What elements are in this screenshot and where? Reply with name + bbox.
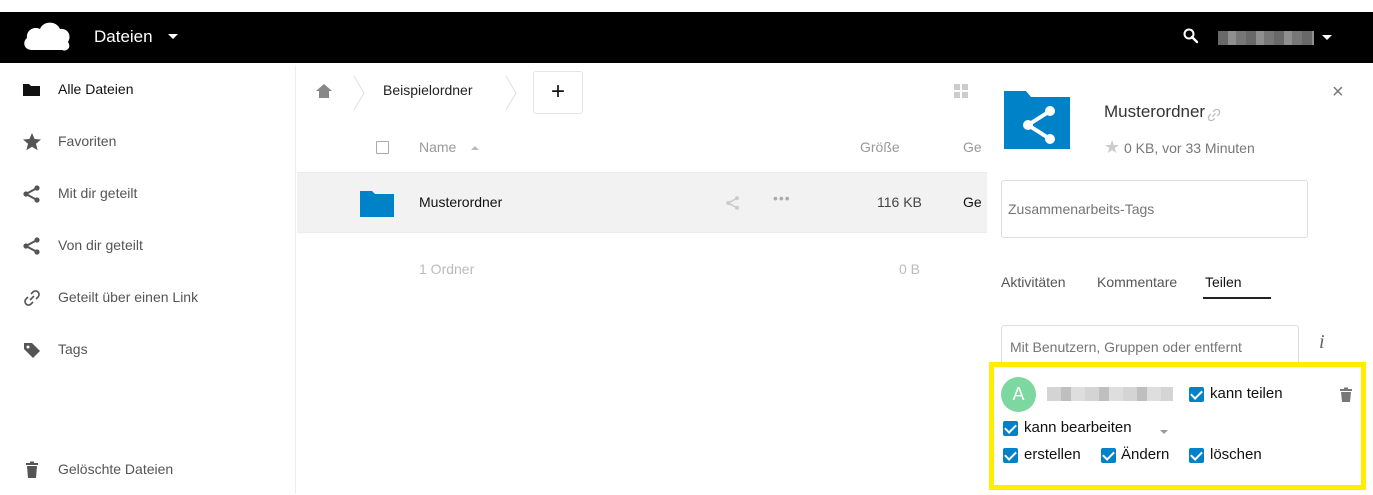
sidebar-item-all-files[interactable]: Alle Dateien — [0, 65, 296, 115]
trash-icon[interactable] — [1339, 387, 1353, 403]
sidebar-item-tags[interactable]: Tags — [0, 325, 296, 375]
shared-folder-icon — [1004, 91, 1070, 149]
share-icon — [23, 185, 40, 203]
share-icon — [23, 237, 40, 255]
breadcrumb-separator — [353, 75, 365, 111]
sidebar-item-label: Von dir geteilt — [58, 237, 143, 253]
column-header: Name Größe Ge — [297, 122, 987, 172]
create-checkbox[interactable] — [1003, 448, 1018, 463]
link-icon — [24, 290, 40, 306]
tab-sharing[interactable]: Teilen — [1205, 274, 1242, 290]
star-icon — [23, 133, 41, 151]
share-user-name — [1047, 387, 1173, 401]
details-meta: 0 KB, vor 33 Minuten — [1124, 140, 1255, 156]
sidebar-item-label: Favoriten — [58, 133, 117, 149]
chevron-down-icon[interactable] — [168, 34, 178, 39]
collaborative-tags-input[interactable] — [1001, 180, 1308, 238]
home-icon[interactable] — [315, 83, 333, 99]
sidebar-item-shared-by-link[interactable]: Geteilt über einen Link — [0, 273, 296, 323]
sidebar-item-label: Alle Dateien — [58, 81, 134, 97]
summary-size: 0 B — [899, 261, 921, 277]
file-list-area: Beispielordner + Name Größe Ge Musterord… — [297, 65, 987, 494]
breadcrumb-folder[interactable]: Beispielordner — [383, 82, 473, 98]
sidebar-item-label: Gelöschte Dateien — [58, 461, 174, 477]
folder-icon — [23, 84, 40, 96]
column-name[interactable]: Name — [419, 139, 456, 155]
sidebar-item-favorites[interactable]: Favoriten — [0, 117, 296, 167]
file-size: 116 KB — [877, 194, 922, 210]
sidebar: Alle Dateien Favoriten Mit dir geteilt V… — [0, 65, 296, 494]
file-modified: Ge — [963, 194, 982, 210]
breadcrumb-separator — [505, 75, 517, 111]
link-icon[interactable] — [1206, 107, 1222, 123]
can-share-label: kann teilen — [1210, 385, 1283, 402]
chevron-down-icon[interactable] — [1160, 430, 1168, 434]
column-modified[interactable]: Ge — [963, 139, 982, 155]
sidebar-item-shared-with-you[interactable]: Mit dir geteilt — [0, 169, 296, 219]
tab-comments[interactable]: Kommentare — [1097, 274, 1177, 290]
sort-ascending-icon — [471, 146, 479, 150]
active-tab-underline — [1203, 297, 1271, 299]
can-edit-checkbox[interactable] — [1003, 421, 1018, 436]
tab-activities[interactable]: Aktivitäten — [1001, 274, 1066, 290]
sidebar-item-deleted-files[interactable]: Gelöschte Dateien — [0, 445, 296, 495]
app-title[interactable]: Dateien — [94, 27, 153, 47]
favorite-star-icon[interactable]: ★ — [1104, 137, 1120, 158]
create-label: erstellen — [1024, 446, 1081, 463]
new-button[interactable]: + — [533, 71, 583, 114]
table-row[interactable]: Musterordner ••• 116 KB Ge — [297, 172, 987, 233]
cloud-logo-icon[interactable] — [22, 20, 72, 54]
chevron-down-icon[interactable] — [1322, 35, 1332, 40]
details-title: Musterordner — [1104, 102, 1206, 121]
trash-icon — [26, 461, 38, 478]
top-bar: Dateien — [0, 0, 1373, 65]
more-icon[interactable]: ••• — [773, 190, 791, 206]
change-checkbox[interactable] — [1101, 448, 1116, 463]
tag-icon — [24, 343, 40, 358]
sidebar-item-label: Geteilt über einen Link — [58, 289, 199, 305]
can-edit-label: kann bearbeiten — [1024, 419, 1132, 436]
delete-checkbox[interactable] — [1189, 448, 1204, 463]
change-label: Ändern — [1121, 446, 1170, 463]
sidebar-item-label: Tags — [58, 341, 88, 357]
column-size[interactable]: Größe — [860, 139, 900, 155]
file-name[interactable]: Musterordner — [419, 194, 502, 210]
search-icon[interactable] — [1183, 28, 1199, 44]
info-icon[interactable]: i — [1319, 331, 1325, 354]
folder-icon — [360, 191, 394, 217]
sidebar-item-label: Mit dir geteilt — [58, 185, 138, 201]
header: Dateien — [0, 12, 1373, 63]
select-all-checkbox[interactable] — [376, 141, 389, 154]
delete-label: löschen — [1210, 446, 1262, 463]
summary-count: 1 Ordner — [419, 261, 475, 277]
file-summary: 1 Ordner 0 B — [297, 233, 987, 293]
can-share-checkbox[interactable] — [1189, 387, 1204, 402]
avatar: A — [1001, 377, 1036, 412]
user-menu-name[interactable] — [1218, 31, 1314, 45]
share-icon[interactable] — [725, 195, 741, 211]
sidebar-item-shared-by-you[interactable]: Von dir geteilt — [0, 221, 296, 271]
grid-view-icon[interactable] — [953, 83, 969, 99]
share-entry: A kann teilen kann bearbeiten erstellen … — [989, 362, 1366, 490]
close-icon[interactable]: × — [1332, 81, 1344, 104]
